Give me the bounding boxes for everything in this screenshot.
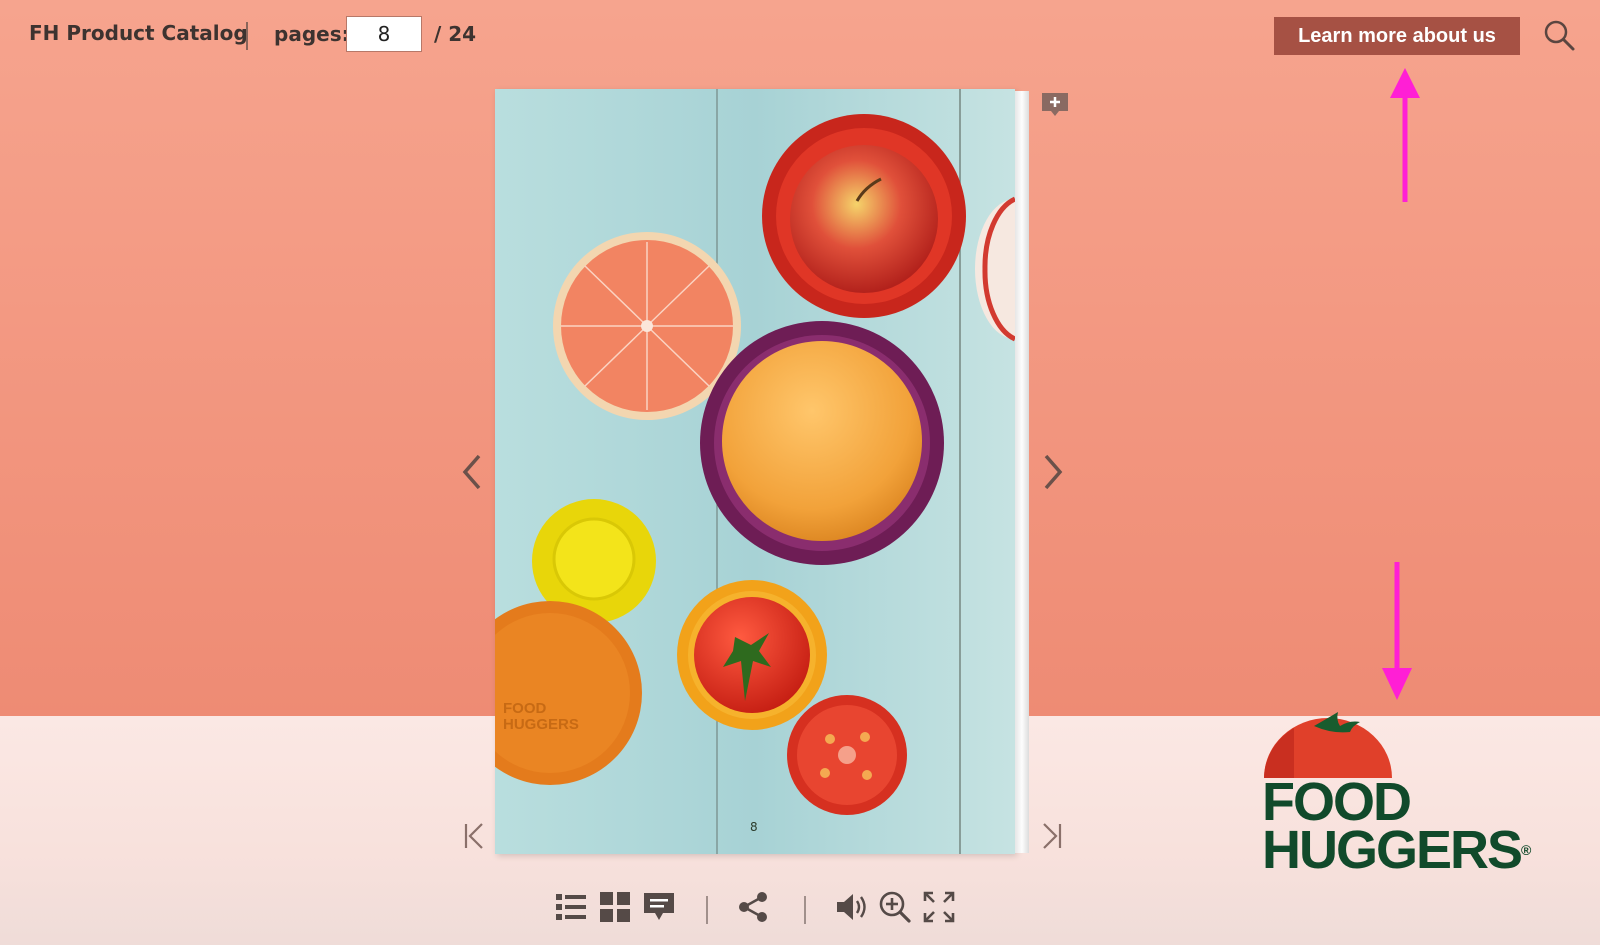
- page-number-input[interactable]: [346, 16, 422, 52]
- add-comment-icon[interactable]: [1040, 90, 1070, 120]
- page-number-label: 8: [750, 820, 758, 834]
- list-icon[interactable]: [554, 890, 588, 924]
- bottom-toolbar: [550, 890, 970, 930]
- annotation-arrow-down: [1382, 562, 1412, 700]
- pictured-brand-line2: HUGGERS: [503, 716, 579, 733]
- toolbar-divider: [804, 896, 806, 924]
- fullscreen-icon[interactable]: [922, 890, 956, 924]
- pictured-brand-line1: FOOD: [503, 700, 546, 717]
- chevron-left-icon[interactable]: [457, 450, 489, 494]
- logo-line2-wrap: HUGGERS®: [1262, 823, 1532, 877]
- logo-line2: HUGGERS: [1262, 820, 1523, 880]
- zoom-in-icon[interactable]: [878, 890, 912, 924]
- search-icon[interactable]: [1542, 18, 1576, 52]
- grid-icon[interactable]: [598, 890, 632, 924]
- pages-label: pages:: [274, 22, 350, 46]
- comment-icon[interactable]: [642, 890, 676, 924]
- top-bar: FH Product Catalog pages: / 24 Learn mor…: [0, 0, 1600, 70]
- first-page-icon[interactable]: [458, 818, 490, 854]
- toolbar-divider: [706, 896, 708, 924]
- page-edge: [1015, 91, 1029, 853]
- share-icon[interactable]: [736, 890, 770, 924]
- catalog-title: FH Product Catalog: [29, 21, 248, 45]
- catalog-page[interactable]: FOOD HUGGERS 8: [495, 89, 1015, 854]
- total-pages: / 24: [434, 22, 477, 46]
- logo-wordmark: FOOD HUGGERS®: [1262, 772, 1532, 877]
- speaker-icon[interactable]: [834, 890, 868, 924]
- learn-more-button[interactable]: Learn more about us: [1274, 17, 1520, 55]
- last-page-icon[interactable]: [1036, 818, 1068, 854]
- chevron-right-icon[interactable]: [1036, 450, 1068, 494]
- logo-line1: FOOD: [1262, 772, 1412, 832]
- registered-mark: ®: [1521, 842, 1532, 858]
- annotation-arrow-up: [1390, 68, 1420, 202]
- title-divider: [246, 22, 248, 50]
